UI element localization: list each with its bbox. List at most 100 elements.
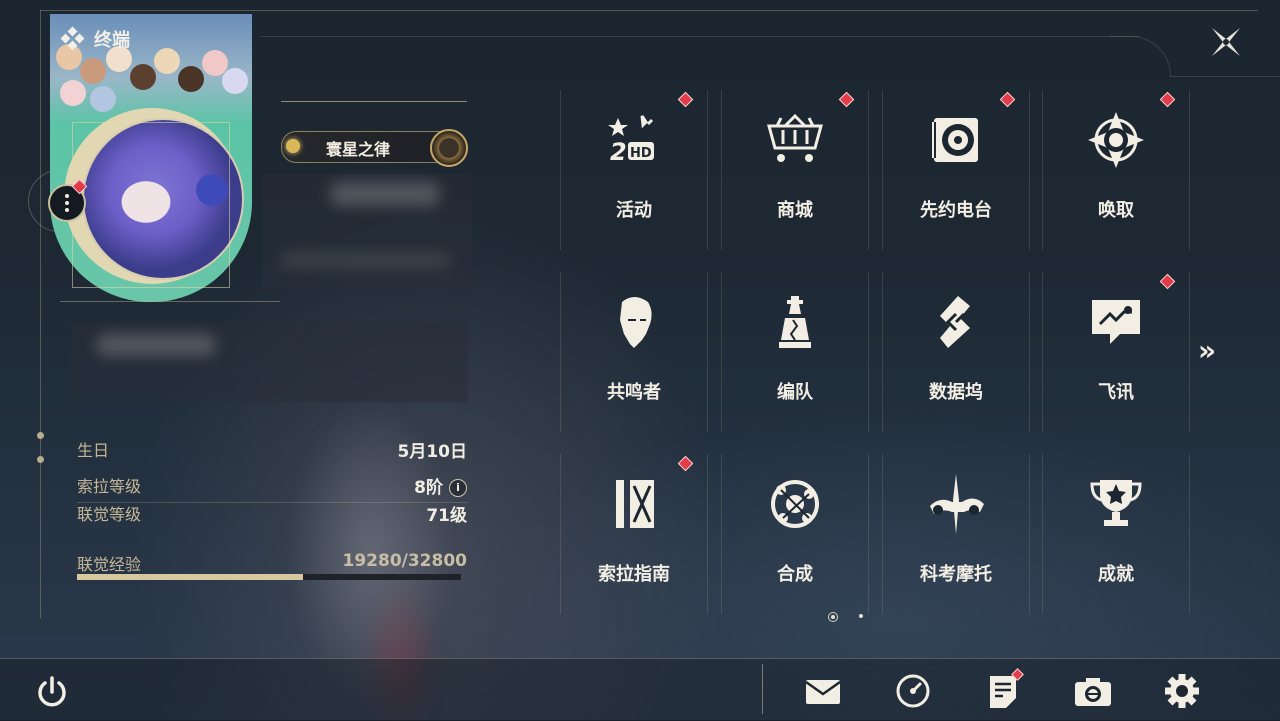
notification-badge bbox=[677, 91, 694, 108]
page-header: 终端 bbox=[60, 26, 130, 52]
next-page-button[interactable]: » bbox=[1190, 336, 1224, 366]
stat-sol-level: 索拉等级 8阶 i bbox=[77, 473, 467, 498]
mail-button[interactable] bbox=[803, 672, 843, 710]
guide-book-icon bbox=[616, 480, 654, 528]
stat-value: 5月10日 bbox=[397, 442, 468, 462]
frame-line-left bbox=[40, 10, 41, 618]
menu-item-label: 飞讯 bbox=[1098, 382, 1134, 403]
chibi-figure bbox=[178, 66, 204, 92]
activity-2hd-icon: 2 HD bbox=[608, 115, 654, 166]
xp-value: 19280/32800 bbox=[342, 551, 468, 571]
title-badge-label: 寰星之律 bbox=[326, 140, 391, 159]
chibi-figure bbox=[154, 48, 180, 74]
frame-corner-curve bbox=[1110, 36, 1171, 77]
close-star-icon bbox=[1212, 28, 1240, 56]
more-dot-icon bbox=[65, 201, 69, 205]
redacted-signature bbox=[96, 334, 216, 356]
settings-button[interactable] bbox=[1162, 672, 1202, 710]
menu-item-label: 活动 bbox=[616, 200, 652, 221]
clock-icon bbox=[896, 674, 930, 708]
double-chevron-right-icon: » bbox=[1197, 334, 1217, 367]
title-badge[interactable]: 寰星之律 bbox=[281, 129, 468, 167]
redacted-name bbox=[330, 182, 440, 206]
page-indicator-active[interactable] bbox=[828, 612, 838, 622]
stat-label: 联觉等级 bbox=[77, 505, 142, 524]
camera-button[interactable] bbox=[1073, 672, 1113, 710]
menu-item-label: 合成 bbox=[777, 564, 813, 585]
close-button[interactable] bbox=[1206, 22, 1246, 62]
menu-item-label: 科考摩托 bbox=[920, 564, 992, 585]
menu-item-label: 成就 bbox=[1098, 564, 1134, 585]
notification-badge bbox=[677, 455, 694, 472]
bottom-divider bbox=[762, 664, 763, 714]
menu-item-sol-guide[interactable]: 索拉指南 bbox=[554, 454, 714, 614]
xp-progress-fill bbox=[77, 574, 303, 580]
menu-item-radio[interactable]: 先约电台 bbox=[876, 90, 1036, 250]
notification-badge bbox=[1159, 91, 1176, 108]
notice-button[interactable] bbox=[983, 668, 1024, 710]
more-dot-icon bbox=[65, 194, 69, 198]
power-button[interactable] bbox=[34, 674, 70, 710]
menu-item-synthesis[interactable]: 合成 bbox=[715, 454, 875, 614]
redacted-id bbox=[280, 252, 450, 268]
menu-item-label: 数据坞 bbox=[929, 382, 983, 403]
motorcycle-icon bbox=[930, 474, 984, 534]
svg-text:2: 2 bbox=[610, 138, 627, 166]
title-divider bbox=[281, 101, 467, 102]
trophy-icon bbox=[1090, 480, 1142, 526]
menu-item-activity[interactable]: 2 HD 活动 bbox=[554, 90, 714, 250]
stat-value: 71级 bbox=[426, 506, 467, 526]
chibi-figure bbox=[80, 58, 106, 84]
settings-gear-icon bbox=[1165, 674, 1199, 708]
menu-item-resonators[interactable]: 共鸣者 bbox=[554, 272, 714, 432]
xp-progress-bar bbox=[77, 574, 461, 580]
stat-label: 索拉等级 bbox=[77, 477, 142, 496]
shop-cart-icon bbox=[767, 113, 823, 162]
frame-line-right bbox=[1170, 76, 1280, 77]
stat-birthday: 生日 5月10日 bbox=[77, 437, 468, 462]
frame-dot bbox=[37, 456, 44, 463]
menu-item-data-dock[interactable]: 数据坞 bbox=[876, 272, 1036, 432]
sun-emblem-icon bbox=[286, 139, 300, 153]
summon-compass-icon bbox=[1088, 112, 1144, 168]
chibi-figure bbox=[60, 80, 86, 106]
radio-record-icon bbox=[930, 118, 978, 162]
power-icon bbox=[38, 676, 66, 707]
menu-item-label: 唤取 bbox=[1098, 200, 1134, 221]
menu-item-messages[interactable]: 飞讯 bbox=[1036, 272, 1196, 432]
menu-item-team[interactable]: 编队 bbox=[715, 272, 875, 432]
info-icon[interactable]: i bbox=[449, 479, 467, 497]
notification-badge bbox=[999, 91, 1016, 108]
stat-label: 联觉经验 bbox=[77, 555, 142, 574]
notification-badge bbox=[838, 91, 855, 108]
more-dot-icon bbox=[65, 208, 69, 212]
svg-text:HD: HD bbox=[630, 146, 652, 161]
synthesis-orbit-icon bbox=[771, 480, 819, 528]
menu-item-label: 共鸣者 bbox=[607, 382, 661, 403]
menu-item-label: 先约电台 bbox=[920, 200, 992, 221]
menu-item-achievements[interactable]: 成就 bbox=[1036, 454, 1196, 614]
menu-item-label: 商城 bbox=[777, 200, 813, 221]
diamond-grid-icon bbox=[60, 26, 85, 51]
menu-item-shop[interactable]: 商城 bbox=[715, 90, 875, 250]
team-chess-icon bbox=[779, 296, 811, 348]
chibi-figure bbox=[222, 68, 248, 94]
stat-union-level: 联觉等级 71级 bbox=[77, 501, 467, 526]
stat-label: 生日 bbox=[77, 441, 110, 460]
stat-value: 8阶 bbox=[414, 478, 443, 498]
stat-value-wrap: 8阶 i bbox=[414, 473, 467, 498]
data-dock-icon bbox=[940, 296, 970, 348]
chibi-figure bbox=[90, 86, 116, 112]
frame-line-inner bbox=[260, 36, 1140, 37]
notification-badge bbox=[1159, 273, 1176, 290]
chibi-figure bbox=[130, 64, 156, 90]
title-orb-icon bbox=[430, 129, 468, 167]
page-indicator[interactable] bbox=[859, 614, 863, 618]
menu-item-motorcycle[interactable]: 科考摩托 bbox=[876, 454, 1036, 614]
history-button[interactable] bbox=[893, 672, 933, 710]
menu-item-summon[interactable]: 唤取 bbox=[1036, 90, 1196, 250]
frame-line-top bbox=[40, 10, 1258, 11]
message-chat-icon bbox=[1092, 300, 1140, 344]
camera-icon bbox=[1075, 678, 1111, 706]
stat-union-xp: 联觉经验 19280/32800 bbox=[77, 551, 467, 575]
